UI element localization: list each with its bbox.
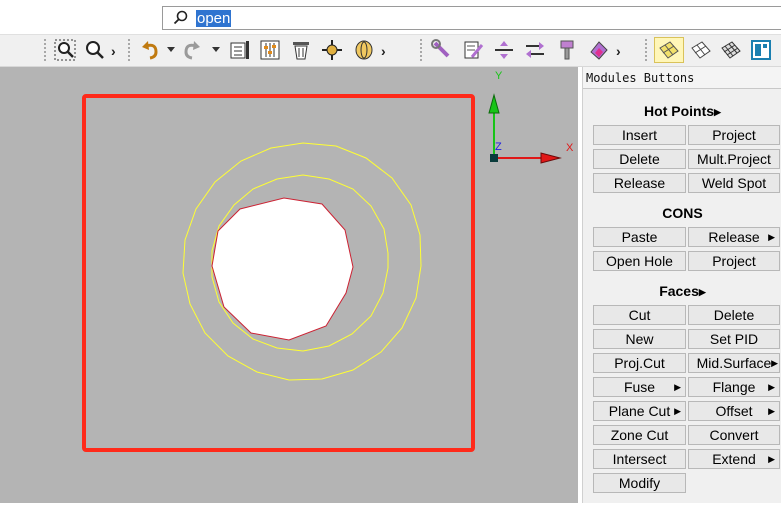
top-bar: open bbox=[0, 0, 781, 34]
delete-button[interactable]: Delete bbox=[593, 149, 686, 169]
release-button[interactable]: Release bbox=[593, 173, 686, 193]
chevron-right-icon[interactable]: › bbox=[111, 43, 116, 59]
y-axis-arrow bbox=[488, 93, 500, 114]
toolbar-grip[interactable] bbox=[420, 39, 425, 61]
submenu-arrow-icon: ▶ bbox=[768, 382, 775, 392]
z-axis-label: Z bbox=[495, 141, 502, 153]
transform-icon[interactable] bbox=[523, 38, 547, 62]
zoom-icon[interactable] bbox=[83, 38, 107, 62]
zone-cut-button[interactable]: Zone Cut bbox=[593, 425, 686, 445]
toolbar-grip[interactable] bbox=[645, 39, 650, 61]
edit-icon[interactable] bbox=[461, 38, 485, 62]
weld-spot-button[interactable]: Weld Spot bbox=[688, 173, 780, 193]
submenu-arrow-icon: ▶ bbox=[771, 358, 778, 368]
list-icon[interactable] bbox=[228, 38, 252, 62]
open-hole-button[interactable]: Open Hole bbox=[593, 251, 686, 271]
arrow-right-icon: ▶ bbox=[714, 106, 721, 117]
button-label: Flange bbox=[712, 379, 756, 395]
plane-cut-button[interactable]: Plane Cut ▶ bbox=[593, 401, 686, 421]
mesh-icon[interactable] bbox=[719, 38, 743, 62]
mid-surface-button[interactable]: Mid.Surface ▶ bbox=[688, 353, 780, 373]
cut-button[interactable]: Cut bbox=[593, 305, 686, 325]
cons-project-button[interactable]: Project bbox=[688, 251, 780, 271]
fuse-button[interactable]: Fuse ▶ bbox=[593, 377, 686, 397]
arrow-right-icon: ▶ bbox=[698, 286, 706, 297]
mult-project-button[interactable]: Mult.Project bbox=[688, 149, 780, 169]
x-axis-label: X bbox=[566, 142, 574, 154]
section-hot-points[interactable]: Hot Points▶ bbox=[583, 103, 781, 119]
main-toolbar: › › › bbox=[0, 34, 781, 67]
toolbar-grip[interactable] bbox=[44, 39, 49, 61]
viewport-canvas[interactable]: Y X Z bbox=[0, 67, 578, 503]
extend-button[interactable]: Extend ▶ bbox=[688, 449, 780, 469]
modules-buttons-panel: Modules Buttons Hot Points▶ Insert Proje… bbox=[582, 67, 781, 503]
paint-icon[interactable] bbox=[587, 38, 611, 62]
section-heading: Hot Points bbox=[644, 103, 715, 119]
button-label: Extend bbox=[712, 451, 756, 467]
y-axis-label: Y bbox=[495, 70, 503, 82]
section-heading: CONS bbox=[662, 205, 703, 221]
submenu-arrow-icon: ▶ bbox=[674, 382, 681, 392]
undo-icon[interactable] bbox=[139, 38, 163, 62]
settings-icon[interactable] bbox=[258, 38, 282, 62]
chevron-right-icon[interactable]: › bbox=[381, 43, 386, 59]
hole bbox=[211, 197, 354, 341]
cons-release-button[interactable]: Release ▶ bbox=[688, 227, 780, 247]
panel-title: Modules Buttons bbox=[583, 67, 781, 89]
paste-button[interactable]: Paste bbox=[593, 227, 686, 247]
button-label: Plane Cut bbox=[608, 403, 671, 419]
wrench-icon[interactable] bbox=[430, 38, 454, 62]
graphics-viewport[interactable]: Y X Z bbox=[0, 67, 578, 503]
proj-cut-button[interactable]: Proj.Cut bbox=[593, 353, 686, 373]
chevron-right-icon[interactable]: › bbox=[616, 43, 621, 59]
button-label: Mid.Surface bbox=[696, 355, 772, 371]
search-box[interactable]: open bbox=[162, 6, 781, 30]
project-button[interactable]: Project bbox=[688, 125, 780, 145]
bolt-icon[interactable] bbox=[554, 38, 578, 62]
set-pid-button[interactable]: Set PID bbox=[688, 329, 780, 349]
convert-button[interactable]: Convert bbox=[688, 425, 780, 445]
submenu-arrow-icon: ▶ bbox=[768, 406, 775, 416]
section-cons[interactable]: CONS bbox=[583, 205, 781, 221]
move-icon[interactable] bbox=[320, 38, 344, 62]
search-input[interactable]: open bbox=[196, 10, 232, 27]
new-button[interactable]: New bbox=[593, 329, 686, 349]
submenu-arrow-icon: ▶ bbox=[674, 406, 681, 416]
button-label: Release bbox=[708, 229, 760, 245]
section-faces[interactable]: Faces▶ bbox=[583, 283, 781, 299]
align-icon[interactable] bbox=[492, 38, 516, 62]
button-label: Offset bbox=[715, 403, 753, 419]
intersect-button[interactable]: Intersect bbox=[593, 449, 686, 469]
flange-button[interactable]: Flange ▶ bbox=[688, 377, 780, 397]
button-label: Fuse bbox=[623, 379, 656, 395]
z-axis bbox=[490, 154, 498, 162]
modify-button[interactable]: Modify bbox=[593, 473, 686, 493]
zoom-window-icon[interactable] bbox=[53, 38, 77, 62]
x-axis-arrow bbox=[540, 152, 562, 164]
delete-icon[interactable] bbox=[289, 38, 313, 62]
plane-icon[interactable] bbox=[749, 38, 773, 62]
toolbar-grip[interactable] bbox=[128, 39, 133, 61]
wireframe-icon[interactable] bbox=[689, 38, 713, 62]
submenu-arrow-icon: ▶ bbox=[768, 454, 775, 464]
section-heading: Faces bbox=[659, 283, 699, 299]
chevron-down-icon[interactable] bbox=[167, 47, 175, 52]
redo-icon[interactable] bbox=[179, 38, 203, 62]
faces-delete-button[interactable]: Delete bbox=[688, 305, 780, 325]
offset-button[interactable]: Offset ▶ bbox=[688, 401, 780, 421]
rotate-icon[interactable] bbox=[352, 38, 376, 62]
insert-button[interactable]: Insert bbox=[593, 125, 686, 145]
submenu-arrow-icon: ▶ bbox=[768, 232, 775, 242]
chevron-down-icon[interactable] bbox=[212, 47, 220, 52]
shaded-icon[interactable] bbox=[654, 37, 684, 63]
search-icon bbox=[173, 10, 188, 25]
